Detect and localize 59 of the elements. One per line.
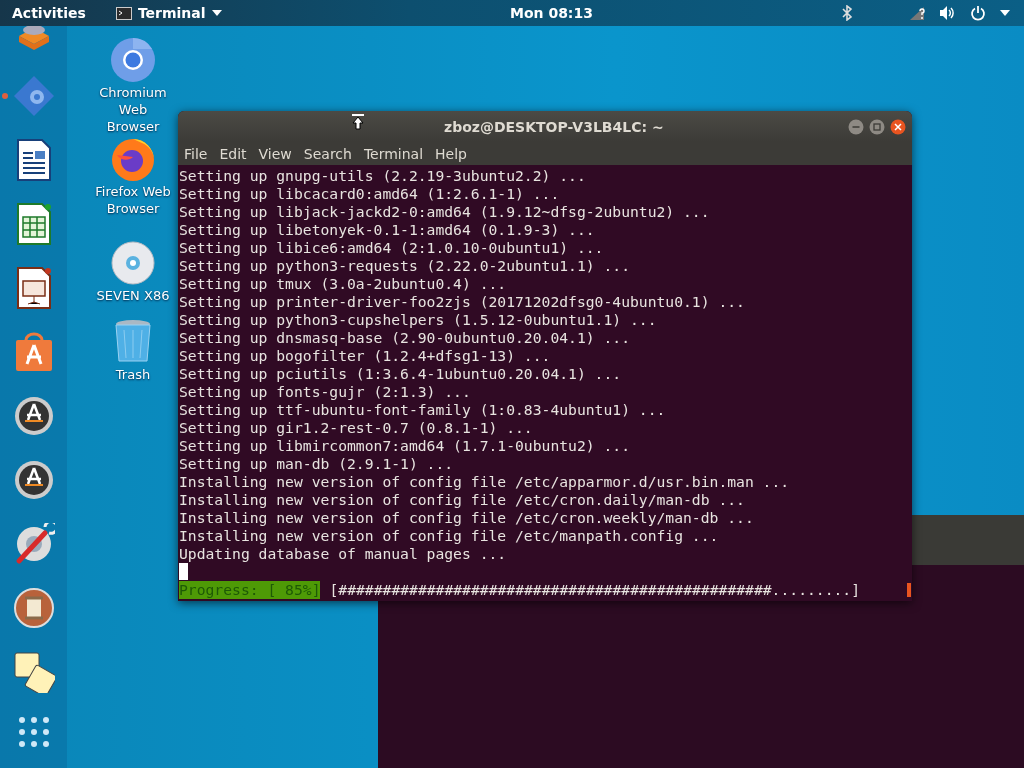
- volume-icon[interactable]: [939, 5, 956, 21]
- terminal-icon: [115, 6, 132, 20]
- icon-label[interactable]: Firefox Web Browser: [91, 183, 175, 217]
- disc-icon[interactable]: [109, 239, 157, 287]
- terminal-line: Installing new version of config file /etc/manpath.config ...: [179, 527, 720, 545]
- terminal-line: Setting up tmux (3.0a-2ubuntu0.4) ...: [179, 275, 508, 293]
- caret-icon: [211, 10, 222, 16]
- letter-tiles-icon[interactable]: [13, 651, 55, 693]
- terminal-line: Setting up python3-requests (2.22.0-2ubuntu1.1) ...: [179, 257, 631, 275]
- progress-label: Progress: [ 85%]: [179, 581, 321, 599]
- caret-icon[interactable]: [1000, 10, 1010, 16]
- icon-label[interactable]: SEVEN X86: [96, 287, 170, 304]
- menu-item[interactable]: File: [180, 145, 212, 162]
- show-apps-icon[interactable]: [17, 716, 50, 748]
- scroll-icon[interactable]: [13, 587, 55, 629]
- terminal-line: Installing new version of config file /etc/apparmor.d/usr.bin.man ...: [179, 473, 791, 491]
- close-button[interactable]: [890, 118, 906, 135]
- minimize-button[interactable]: [848, 118, 864, 135]
- maximize-button[interactable]: [869, 118, 885, 135]
- terminal-line: Setting up libjack-jackd2-0:amd64 (1.9.12~dfsg-2ubuntu2) ...: [179, 203, 711, 221]
- terminal-line: Setting up ttf-ubuntu-font-family (1:0.83-4ubuntu1) ...: [179, 401, 667, 419]
- terminal-line: Setting up dnsmasq-base (2.90-0ubuntu0.20.04.1) ...: [179, 329, 631, 347]
- shopping-bag-icon[interactable]: [13, 331, 55, 373]
- window-title: zboz@DESKTOP-V3LB4LC: ~: [444, 118, 664, 135]
- menu-item[interactable]: Help: [431, 145, 471, 162]
- mouse-pointer-icon: [351, 114, 365, 130]
- terminal-line: Setting up gnupg-utils (2.2.19-3ubuntu2.2) ...: [179, 167, 587, 185]
- update-icon[interactable]: [13, 459, 55, 501]
- icon-label[interactable]: Trash: [115, 366, 151, 383]
- terminal-line: Installing new version of config file /etc/cron.daily/man-db ...: [179, 491, 746, 509]
- terminal-line: Installing new version of config file /etc/cron.weekly/man-db ...: [179, 509, 755, 527]
- menu-item[interactable]: View: [254, 145, 296, 162]
- menu-item[interactable]: Edit: [215, 145, 251, 162]
- terminal-line: Updating database of manual pages ...: [179, 545, 508, 563]
- network-icon[interactable]: [909, 5, 925, 21]
- terminal-line: Setting up libice6:amd64 (2:1.0.10-0ubuntu1) ...: [179, 239, 605, 257]
- menu-item[interactable]: Terminal: [359, 145, 428, 162]
- update-icon[interactable]: [13, 395, 55, 437]
- app-menu[interactable]: Terminal: [115, 5, 222, 21]
- terminal-line: Setting up libmircommon7:amd64 (1.7.1-0ubuntu2) ...: [179, 437, 631, 455]
- terminal-line: Setting up bogofilter (1.2.4+dfsg1-13) ...: [179, 347, 552, 365]
- terminal-line: Setting up gir1.2-rest-0.7 (0.8.1-1) ...: [179, 419, 534, 437]
- terminal-line: Setting up pciutils (1:3.6.4-1ubuntu0.20.04.1) ...: [179, 365, 623, 383]
- terminal-line: Setting up printer-driver-foo2zjs (20171202dfsg0-4ubuntu0.1) ...: [179, 293, 746, 311]
- text-cursor: [179, 563, 188, 580]
- power-icon[interactable]: [970, 5, 986, 21]
- terminal-line: Setting up python3-cupshelpers (1.5.12-0ubuntu1.1) ...: [179, 311, 658, 329]
- chromium-icon[interactable]: [109, 36, 157, 84]
- menu-item[interactable]: Search: [299, 145, 356, 162]
- scroll-indicator: [907, 583, 911, 597]
- icon-label[interactable]: Chromium Web Browser: [91, 84, 175, 135]
- bluetooth-icon[interactable]: [841, 5, 853, 21]
- terminal-line: Setting up fonts-gujr (2:1.3) ...: [179, 383, 472, 401]
- activities-button[interactable]: Activities: [0, 5, 94, 21]
- terminal-line: Setting up libcacard0:amd64 (1:2.6.1-1) ...: [179, 185, 561, 203]
- terminal-line: Setting up man-db (2.9.1-1) ...: [179, 455, 455, 473]
- clock[interactable]: Mon 08:13: [510, 5, 593, 21]
- progress-bar-text: [#################################################.........]: [329, 581, 861, 599]
- terminal-line: Setting up libetonyek-0.1-1:amd64 (0.1.9-3) ...: [179, 221, 596, 239]
